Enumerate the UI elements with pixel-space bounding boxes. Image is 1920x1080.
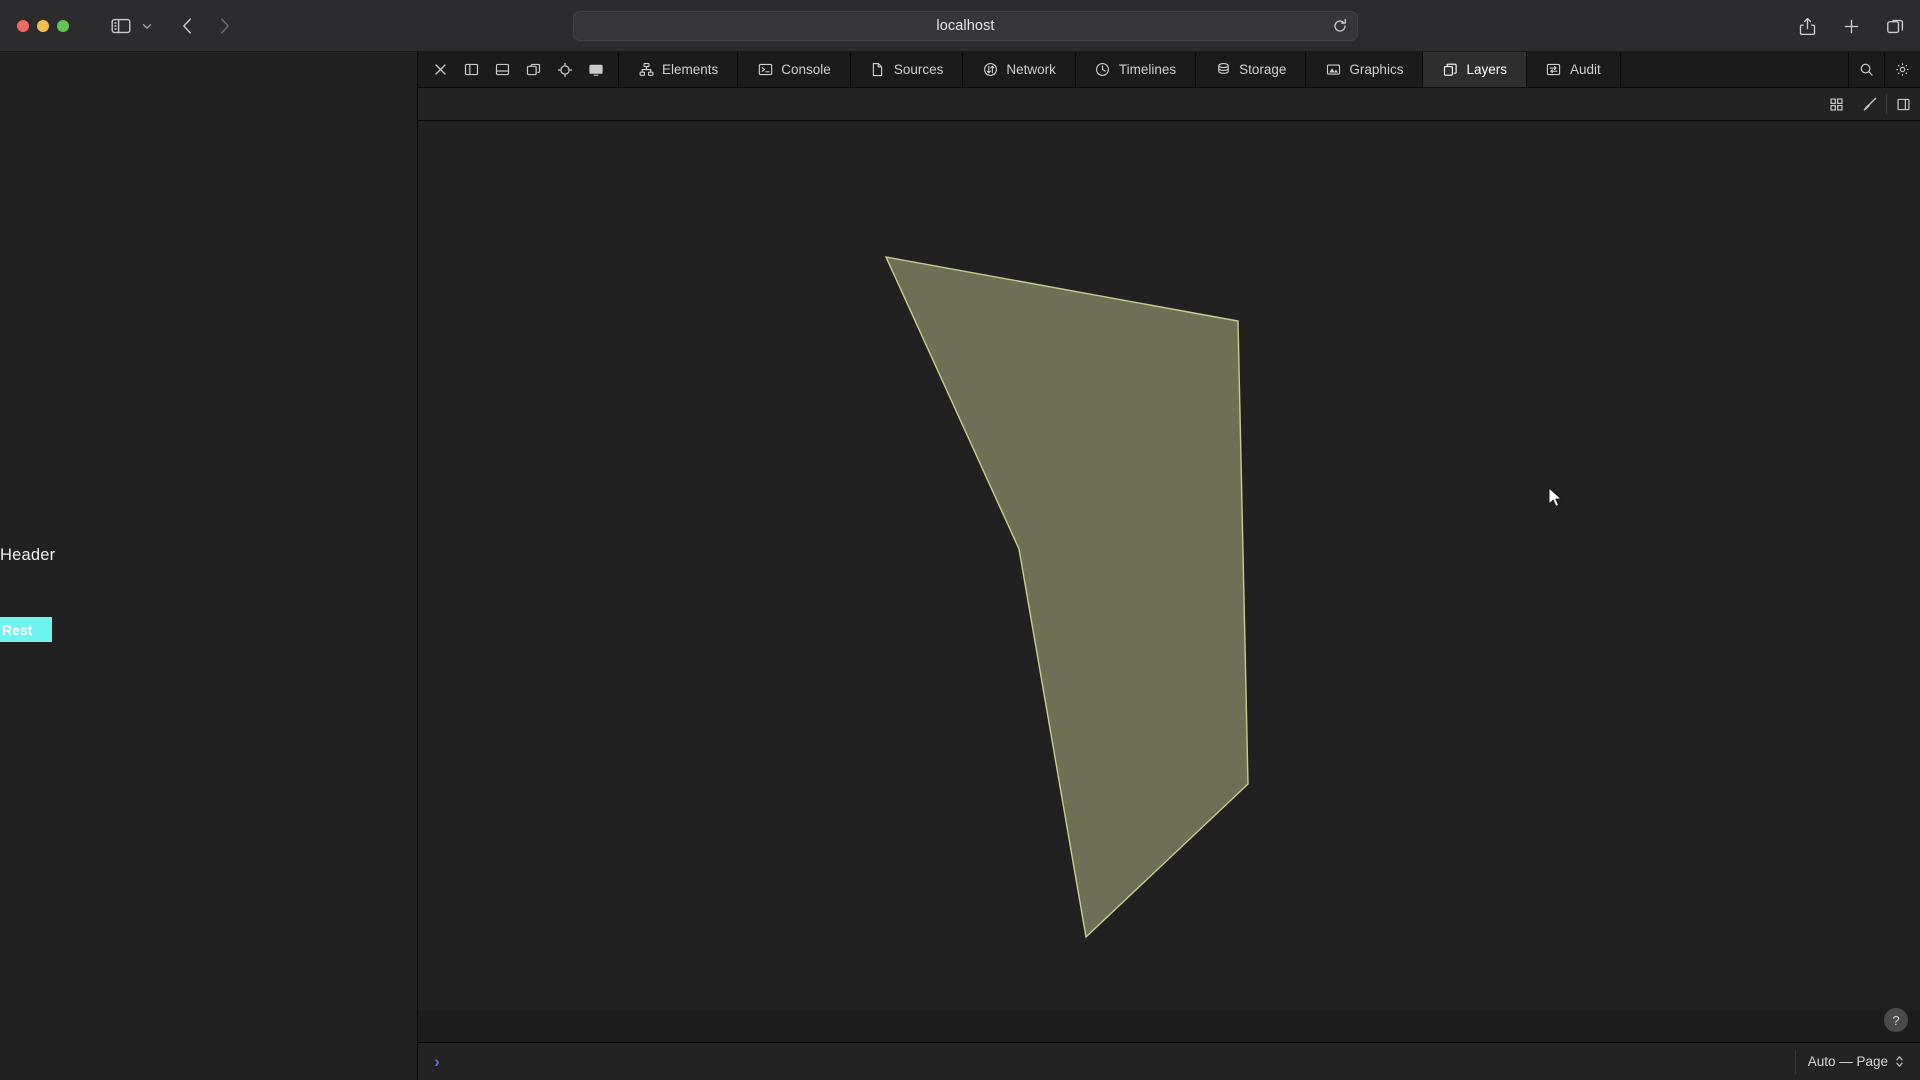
console-prompt-icon [757,62,773,78]
tab-sources[interactable]: Sources [851,52,964,87]
plus-icon[interactable] [1840,15,1862,37]
crosshair-target-icon[interactable] [556,61,573,78]
close-x-icon[interactable] [432,61,449,78]
close-window-button[interactable] [17,19,29,32]
page-viewport: Header Rest [0,52,417,1080]
sidebar-panel-icon[interactable] [1887,88,1920,121]
tab-label: Audit [1569,62,1601,77]
browser-window: localhost Header Rest Elements Console S… [0,0,1920,1080]
tab-label: Storage [1239,62,1287,77]
tab-label: Elements [662,62,719,77]
forward-arrow-icon[interactable] [211,13,237,39]
window-traffic-lights [17,19,69,32]
tab-label: Graphics [1349,62,1404,77]
page-highlight-box: Rest [0,617,52,642]
tab-label: Console [781,62,831,77]
back-arrow-icon[interactable] [175,13,201,39]
tab-console[interactable]: Console [738,52,851,87]
layer-select-label: Auto — Page [1807,1054,1888,1069]
network-arrows-icon [982,62,998,78]
dock-bottom-icon[interactable] [494,61,511,78]
share-icon[interactable] [1796,15,1818,37]
tab-network[interactable]: Network [963,52,1076,87]
layers-stack-icon [1442,62,1458,78]
grid-icon[interactable] [1820,88,1853,121]
inspector-tab-bar: Elements Console Sources Network Timelin… [619,52,1621,87]
stepper-arrows-icon [1895,1054,1904,1069]
layers-sub-toolbar [418,88,1920,121]
url-text: localhost [936,18,995,34]
inspector-toolbar-right [1848,52,1920,87]
web-inspector: Elements Console Sources Network Timelin… [417,52,1920,1080]
dock-left-icon[interactable] [463,61,480,78]
chevron-down-icon[interactable] [139,14,155,38]
tab-timelines[interactable]: Timelines [1076,52,1197,87]
help-button[interactable]: ? [1884,1008,1908,1032]
clock-icon [1095,62,1111,78]
undock-window-icon[interactable] [525,61,542,78]
inspector-dock-controls [418,52,619,87]
page-header-text: Header [0,546,56,564]
database-icon [1215,62,1231,78]
tab-storage[interactable]: Storage [1196,52,1307,87]
layer-compositing-select[interactable]: Auto — Page [1794,1049,1913,1074]
search-icon[interactable] [1848,52,1884,87]
image-icon [1325,62,1341,78]
layer-geometry [884,256,1249,939]
page-layer-quad[interactable] [884,256,1249,939]
sidebar-toggle-icon[interactable] [109,14,133,38]
inspector-toolbar: Elements Console Sources Network Timelin… [418,52,1920,88]
display-icon[interactable] [587,61,604,78]
minimize-window-button[interactable] [37,19,49,32]
document-icon [870,62,886,78]
tab-label: Timelines [1118,62,1177,77]
inspector-bottom-bar: › Auto — Page [418,1042,1920,1080]
browser-toolbar: localhost [0,0,1920,52]
layers-3d-canvas[interactable] [418,121,1920,1011]
elements-tree-icon [638,62,654,78]
reload-icon[interactable] [1332,18,1348,34]
tab-label: Network [1006,62,1056,77]
paintbrush-icon[interactable] [1853,88,1886,121]
tab-graphics[interactable]: Graphics [1306,52,1424,87]
tab-layers[interactable]: Layers [1423,52,1527,87]
gear-icon[interactable] [1884,52,1920,87]
console-toggle-chevron[interactable]: › [424,1049,450,1075]
url-address-field[interactable]: localhost [573,11,1358,41]
zoom-window-button[interactable] [57,19,69,32]
tab-elements[interactable]: Elements [619,52,739,87]
audit-swap-icon [1546,62,1562,78]
tab-label: Sources [893,62,944,77]
tab-audit[interactable]: Audit [1527,52,1621,87]
browser-right-actions [1796,0,1906,52]
tab-label: Layers [1466,62,1507,77]
tab-overview-icon[interactable] [1884,15,1906,37]
